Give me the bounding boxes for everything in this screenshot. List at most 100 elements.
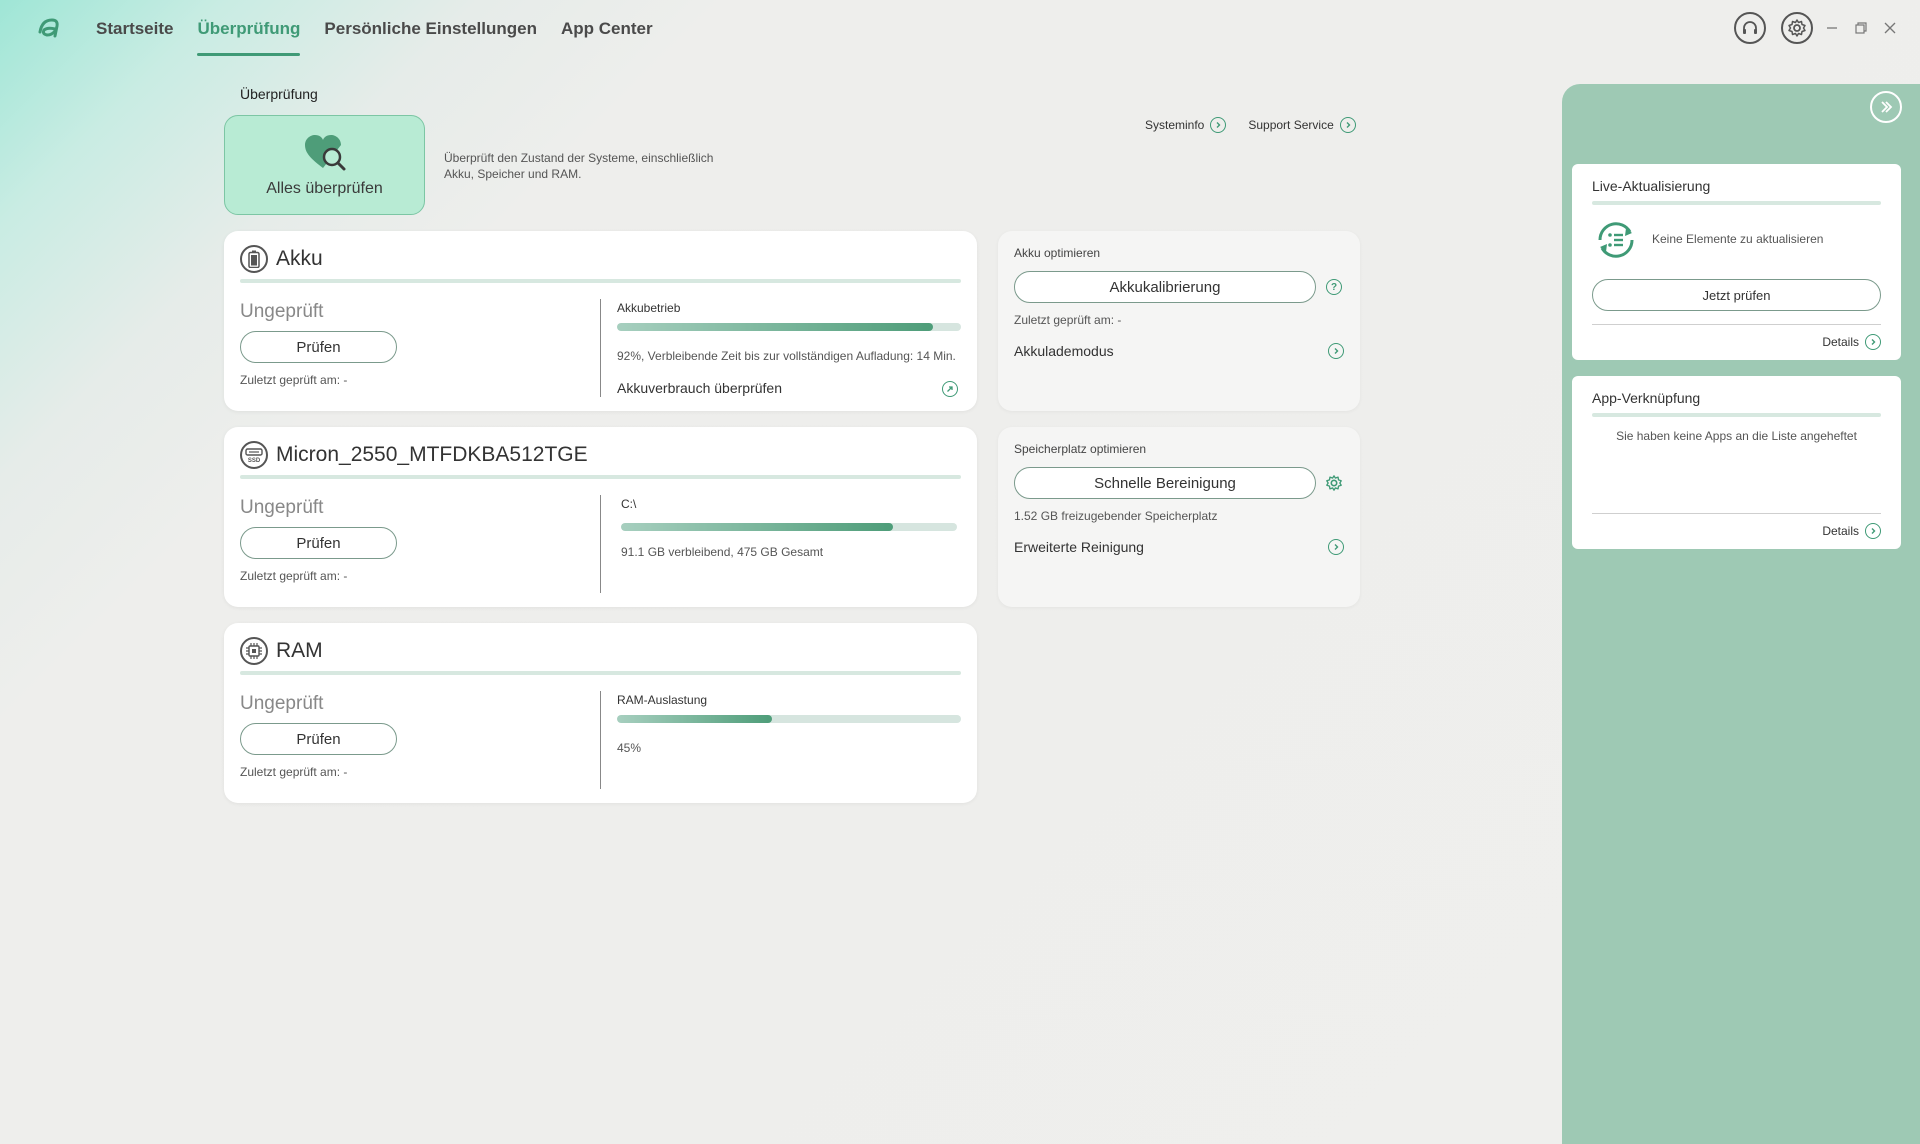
app-shortcut-card: App-Verknüpfung Sie haben keine Apps an … (1572, 376, 1901, 549)
storage-usage-fill (621, 523, 894, 531)
battery-charge-mode-row[interactable]: Akkulademodus (1014, 343, 1344, 359)
battery-card: Akku Ungeprüft Prüfen Zuletzt geprüft am… (224, 231, 977, 411)
storage-title: Micron_2550_MTFDKBA512TGE (276, 443, 588, 466)
storage-usage-bar (621, 523, 957, 531)
card-separator (1592, 324, 1881, 325)
card-divider (1592, 201, 1881, 205)
storage-optimize-card: Speicherplatz optimieren Schnelle Berein… (998, 427, 1360, 607)
ram-check-button[interactable]: Prüfen (240, 723, 397, 755)
live-update-details-link[interactable]: Details (1822, 334, 1881, 350)
battery-check-button[interactable]: Prüfen (240, 331, 397, 363)
app-shortcut-details-label: Details (1822, 524, 1859, 538)
live-update-message: Keine Elemente zu aktualisieren (1652, 232, 1824, 246)
card-divider (240, 279, 961, 283)
vertical-divider (600, 691, 601, 789)
battery-card-header: Akku (240, 245, 323, 273)
support-service-label: Support Service (1248, 118, 1334, 132)
chevron-right-icon (1865, 334, 1881, 350)
check-all-label: Alles überprüfen (266, 180, 383, 197)
help-icon[interactable]: ? (1326, 279, 1342, 295)
battery-charge-mode-label: Akkulademodus (1014, 343, 1114, 359)
chevron-right-icon (1328, 539, 1344, 555)
side-panel: Live-Aktualisierung Keine Elemente zu ak… (1562, 84, 1920, 1144)
check-description: Überprüft den Zustand der Systeme, einsc… (444, 151, 714, 181)
app-shortcut-details-link[interactable]: Details (1822, 523, 1881, 539)
live-update-details-label: Details (1822, 335, 1859, 349)
nav-tab-ueberpruefung[interactable]: Überprüfung (197, 0, 300, 56)
restore-icon[interactable] (1851, 18, 1871, 38)
card-divider (240, 475, 961, 479)
close-icon[interactable] (1880, 18, 1900, 38)
vertical-divider (600, 299, 601, 397)
refresh-list-icon (1592, 218, 1640, 262)
advanced-cleaning-label: Erweiterte Reinigung (1014, 539, 1144, 555)
ram-card-header: RAM (240, 637, 323, 665)
ram-metric-text: 45% (617, 741, 642, 755)
battery-optimize-last-checked: Zuletzt geprüft am: - (1014, 313, 1122, 327)
support-service-link[interactable]: Support Service (1248, 117, 1356, 133)
double-chevron-right-icon[interactable] (1870, 91, 1902, 123)
systeminfo-link[interactable]: Systeminfo (1145, 117, 1227, 133)
gear-icon[interactable] (1781, 12, 1813, 44)
window-controls (1719, 12, 1900, 44)
battery-icon (240, 245, 268, 273)
app-logo-icon[interactable] (36, 14, 62, 40)
nav-tab-persoenliche-einstellungen[interactable]: Persönliche Einstellungen (324, 0, 537, 56)
nav-tab-startseite[interactable]: Startseite (96, 0, 173, 56)
advanced-cleaning-row[interactable]: Erweiterte Reinigung (1014, 539, 1344, 555)
ram-title: RAM (276, 639, 323, 662)
svg-text:SSD: SSD (248, 458, 261, 464)
battery-title: Akku (276, 247, 323, 270)
card-divider (1592, 413, 1881, 417)
check-all-button[interactable]: Alles überprüfen (224, 115, 425, 215)
ram-usage-fill (617, 715, 772, 723)
ram-last-checked: Zuletzt geprüft am: - (240, 765, 348, 779)
card-separator (1592, 513, 1881, 514)
quick-clean-button[interactable]: Schnelle Bereinigung (1014, 467, 1316, 499)
storage-drive-label: C:\ (621, 497, 637, 511)
headset-icon[interactable] (1734, 12, 1766, 44)
ssd-icon: SSD (240, 441, 268, 469)
chevron-right-icon (1865, 523, 1881, 539)
systeminfo-label: Systeminfo (1145, 118, 1205, 132)
app-shortcut-title: App-Verknüpfung (1592, 390, 1701, 406)
check-now-button[interactable]: Jetzt prüfen (1592, 279, 1881, 311)
battery-metric-text: 92%, Verbleibende Zeit bis zur vollständ… (617, 349, 956, 363)
battery-metric-label: Akkubetrieb (617, 301, 681, 315)
chevron-right-icon (1339, 117, 1356, 133)
heart-search-icon (303, 132, 347, 172)
card-divider (240, 671, 961, 675)
live-update-title: Live-Aktualisierung (1592, 178, 1711, 194)
freeable-space-text: 1.52 GB freizugebender Speicherplatz (1014, 509, 1218, 523)
live-update-card: Live-Aktualisierung Keine Elemente zu ak… (1572, 164, 1901, 360)
storage-check-button[interactable]: Prüfen (240, 527, 397, 559)
battery-level-fill (617, 323, 934, 331)
storage-optimize-title: Speicherplatz optimieren (1014, 442, 1147, 456)
ram-metric-label: RAM-Auslastung (617, 693, 708, 707)
battery-usage-link[interactable]: Akkuverbrauch überprüfen (617, 380, 782, 396)
battery-optimize-card: Akku optimieren Akkukalibrierung ? Zulet… (998, 231, 1360, 411)
main-nav: Startseite Überprüfung Persönliche Einst… (96, 0, 677, 60)
storage-metric-text: 91.1 GB verbleibend, 475 GB Gesamt (621, 545, 824, 559)
battery-last-checked: Zuletzt geprüft am: - (240, 373, 348, 387)
top-bar: Startseite Überprüfung Persönliche Einst… (0, 0, 1920, 60)
vertical-divider (600, 495, 601, 593)
storage-status: Ungeprüft (240, 497, 324, 518)
external-link-icon[interactable] (942, 381, 958, 397)
storage-card: SSD Micron_2550_MTFDKBA512TGE Ungeprüft … (224, 427, 977, 607)
ram-card: RAM Ungeprüft Prüfen Zuletzt geprüft am:… (224, 623, 977, 803)
page-title: Überprüfung (240, 86, 318, 102)
ram-status: Ungeprüft (240, 693, 324, 714)
battery-calibration-button[interactable]: Akkukalibrierung (1014, 271, 1316, 303)
battery-optimize-title: Akku optimieren (1014, 246, 1101, 260)
settings-gear-icon[interactable] (1325, 474, 1343, 492)
header-links: Systeminfo Support Service (1145, 117, 1378, 133)
nav-tab-app-center[interactable]: App Center (561, 0, 653, 56)
ram-usage-bar (617, 715, 961, 723)
chevron-right-icon (1210, 117, 1227, 133)
chevron-right-icon (1328, 343, 1344, 359)
storage-last-checked: Zuletzt geprüft am: - (240, 569, 348, 583)
minimize-icon[interactable] (1822, 18, 1842, 38)
storage-card-header: SSD Micron_2550_MTFDKBA512TGE (240, 441, 588, 469)
app-shortcut-message: Sie haben keine Apps an die Liste angehe… (1616, 429, 1857, 443)
